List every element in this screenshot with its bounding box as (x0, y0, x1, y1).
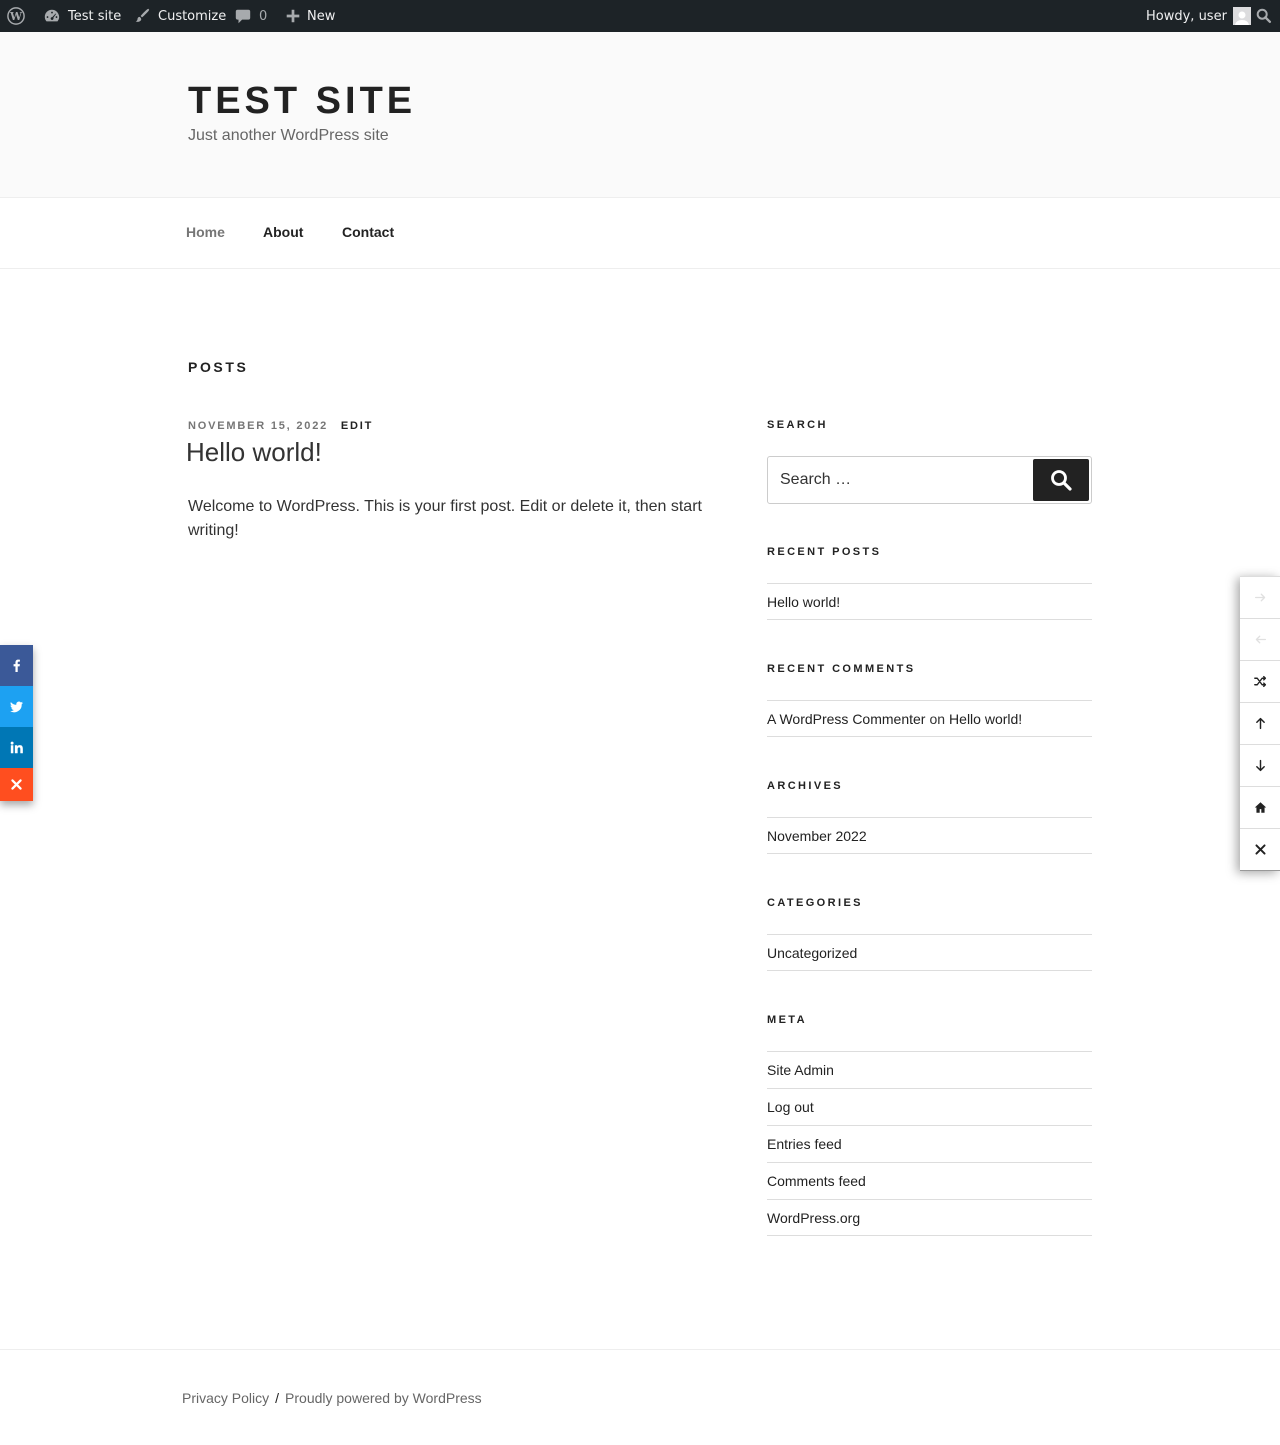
list-item: A WordPress Commenter on Hello world! (767, 700, 1092, 737)
site-description: Just another WordPress site (188, 127, 389, 144)
page-heading: POSTS (188, 359, 249, 375)
home-icon (1254, 802, 1266, 813)
avatar (1232, 7, 1251, 25)
list-item[interactable]: Uncategorized (767, 934, 1092, 971)
list-item[interactable]: Site Admin (767, 1051, 1092, 1088)
new-label: New (307, 8, 336, 24)
meta-link-log-out[interactable]: Log out (767, 1099, 814, 1115)
meta-link-site-admin[interactable]: Site Admin (767, 1062, 834, 1078)
archive-link[interactable]: November 2022 (767, 828, 867, 844)
archives-list: November 2022 (767, 817, 1092, 854)
meta-list: Site Admin Log out Entries feed Comments… (767, 1051, 1092, 1236)
linkedin-share-button[interactable] (0, 727, 33, 768)
customize-label: Customize (158, 8, 227, 24)
comment-author-link[interactable]: A WordPress Commenter (767, 711, 925, 727)
category-link[interactable]: Uncategorized (767, 945, 857, 961)
footer-links: Privacy Policy / Proudly powered by WordPr… (182, 1390, 482, 1406)
meta-link-entries-feed[interactable]: Entries feed (767, 1136, 842, 1152)
howdy-label: Howdy, user (1146, 8, 1227, 24)
site-footer: Privacy Policy / Proudly powered by WordPr… (0, 1349, 1280, 1445)
paintbrush-icon (132, 6, 152, 26)
admin-bar-search-icon[interactable] (1254, 0, 1274, 32)
meta-link-wordpress-org[interactable]: WordPress.org (767, 1210, 860, 1226)
previous-post-button[interactable] (1240, 619, 1280, 661)
list-item[interactable]: November 2022 (767, 817, 1092, 854)
plus-icon (283, 6, 303, 26)
arrow-right-icon (1254, 593, 1265, 602)
list-item[interactable]: WordPress.org (767, 1199, 1092, 1236)
recent-post-link[interactable]: Hello world! (767, 594, 840, 610)
comments-count: 0 (259, 8, 268, 24)
admin-bar-new[interactable]: New (283, 0, 335, 32)
home-button[interactable] (1240, 787, 1280, 829)
comment-icon (233, 6, 253, 26)
close-nav-bar-button[interactable] (1240, 829, 1280, 871)
nav-item-contact[interactable]: Contact (342, 224, 394, 240)
admin-bar-customize[interactable]: Customize (132, 0, 226, 32)
powered-by-link[interactable]: Proudly powered by WordPress (285, 1390, 482, 1406)
facebook-icon (13, 659, 20, 672)
post-navigation-bar (1240, 576, 1280, 871)
comment-on-text: on (929, 710, 946, 727)
list-item[interactable]: Comments feed (767, 1162, 1092, 1199)
privacy-policy-link[interactable]: Privacy Policy (182, 1390, 269, 1406)
next-post-button[interactable] (1240, 577, 1280, 619)
meta-link-comments-feed[interactable]: Comments feed (767, 1173, 866, 1189)
recent-posts-list: Hello world! (767, 583, 1092, 620)
list-item[interactable]: Log out (767, 1088, 1092, 1125)
main-navigation: Home About Contact (0, 198, 1280, 269)
facebook-share-button[interactable] (0, 645, 33, 686)
arrow-left-icon (1255, 635, 1266, 644)
svg-text:W: W (9, 10, 23, 23)
widget-title-categories: CATEGORIES (767, 897, 863, 909)
search-submit-button[interactable] (1033, 459, 1089, 501)
admin-bar-site-name[interactable]: Test site (42, 0, 121, 32)
admin-bar: W Test site Customize 0 New Howdy, user (0, 0, 1280, 32)
nav-item-about[interactable]: About (263, 224, 303, 240)
post-date[interactable]: NOVEMBER 15, 2022 (188, 420, 328, 432)
close-icon (11, 779, 22, 790)
shuffle-icon (1253, 675, 1266, 688)
close-share-bar-button[interactable] (0, 768, 33, 801)
list-item[interactable]: Hello world! (767, 583, 1092, 620)
widget-title-meta: META (767, 1014, 807, 1026)
twitter-share-button[interactable] (0, 686, 33, 727)
site-header: TEST SITE Just another WordPress site (0, 32, 1280, 198)
admin-bar-account[interactable]: Howdy, user (1146, 0, 1251, 32)
footer-separator: / (275, 1390, 280, 1406)
post-edit-link[interactable]: EDIT (341, 420, 373, 432)
post-excerpt: Welcome to WordPress. This is your first… (188, 498, 702, 539)
search-icon (1051, 470, 1072, 491)
twitter-icon (10, 701, 23, 713)
search-input[interactable] (768, 457, 1032, 503)
widget-title-archives: ARCHIVES (767, 780, 844, 792)
recent-comments-list: A WordPress Commenter on Hello world! (767, 700, 1092, 737)
widget-title-recent-comments: RECENT COMMENTS (767, 663, 916, 675)
social-share-bar (0, 645, 33, 801)
scroll-top-button[interactable] (1240, 703, 1280, 745)
arrow-up-icon (1255, 717, 1265, 730)
list-item[interactable]: Entries feed (767, 1125, 1092, 1162)
search-form (767, 456, 1092, 504)
post-title[interactable]: Hello world! (186, 437, 322, 468)
widget-title-recent-posts: RECENT POSTS (767, 546, 882, 558)
post-meta: NOVEMBER 15, 2022 EDIT (188, 420, 373, 432)
linkedin-icon (10, 741, 23, 754)
dashboard-icon (42, 6, 62, 26)
site-title[interactable]: TEST SITE (188, 80, 416, 123)
wordpress-logo-icon[interactable]: W (6, 0, 26, 32)
random-post-button[interactable] (1240, 661, 1280, 703)
close-icon (1254, 844, 1266, 855)
nav-item-home[interactable]: Home (186, 224, 225, 240)
widget-title-search: SEARCH (767, 419, 828, 431)
comment-post-link[interactable]: Hello world! (949, 711, 1022, 727)
scroll-bottom-button[interactable] (1240, 745, 1280, 787)
admin-bar-comments[interactable]: 0 (233, 0, 267, 32)
categories-list: Uncategorized (767, 934, 1092, 971)
site-name-label: Test site (68, 8, 122, 24)
arrow-down-icon (1255, 759, 1265, 772)
